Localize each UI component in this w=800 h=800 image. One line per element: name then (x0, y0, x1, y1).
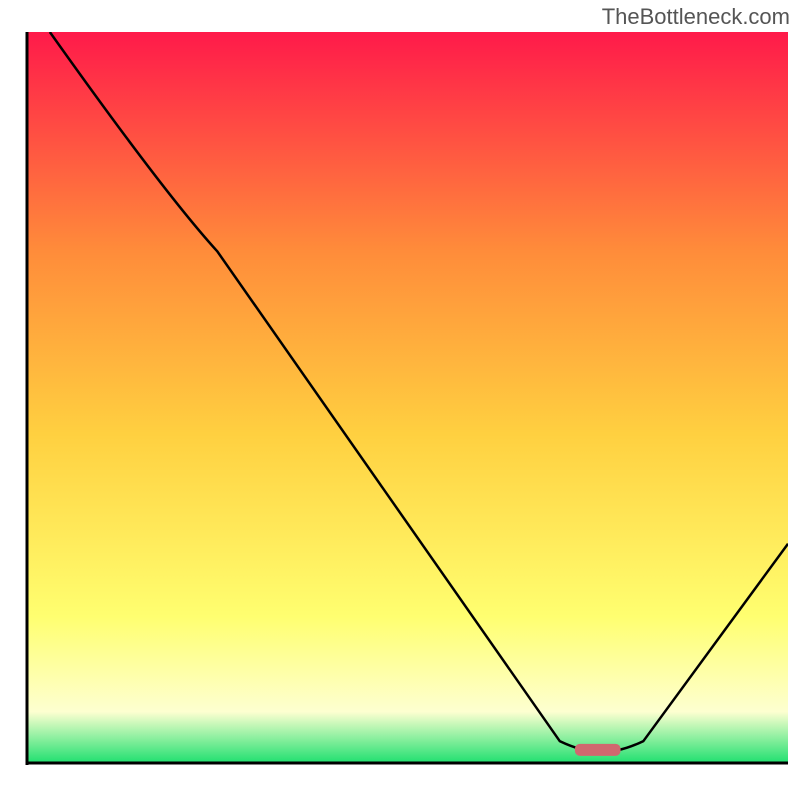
gradient-background (27, 32, 788, 763)
chart-svg (24, 32, 788, 792)
optimal-marker (575, 744, 621, 756)
bottleneck-chart (24, 32, 788, 792)
watermark-text: TheBottleneck.com (602, 4, 790, 30)
